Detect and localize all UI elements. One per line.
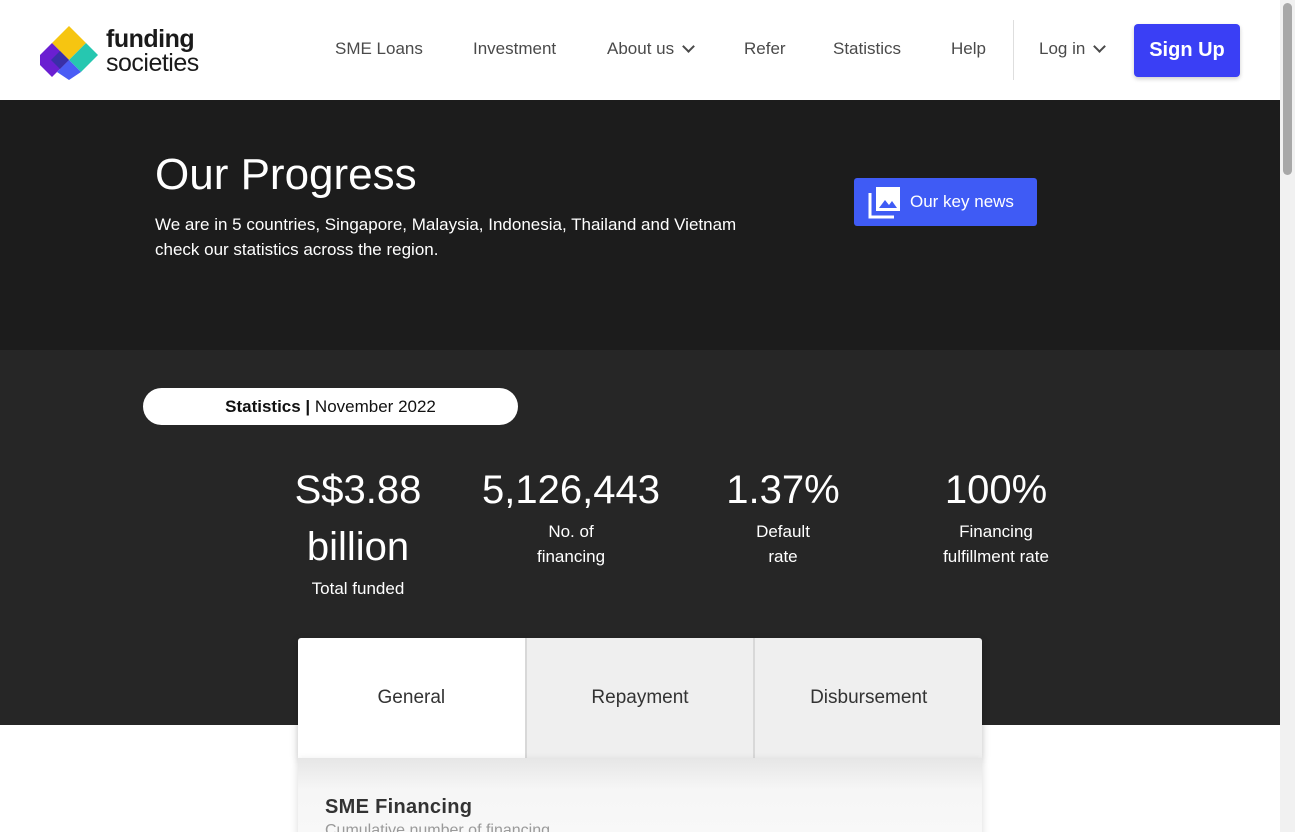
nav-help[interactable]: Help <box>951 39 986 59</box>
tab-disbursement[interactable]: Disbursement <box>753 638 982 758</box>
statistics-date-pill: Statistics | November 2022 <box>143 388 518 425</box>
stat-label: No. of <box>548 522 594 541</box>
stat-number-financing: 5,126,443 No. of financing <box>471 462 671 569</box>
hero-section: Our Progress We are in 5 countries, Sing… <box>0 100 1280 350</box>
signup-button[interactable]: Sign Up <box>1134 24 1240 77</box>
scrollbar-thumb[interactable] <box>1283 3 1292 175</box>
statistics-tabs: General Repayment Disbursement <box>298 638 982 758</box>
nav-investment[interactable]: Investment <box>473 39 556 59</box>
stat-value: 5,126,443 <box>482 468 660 512</box>
sme-financing-panel: SME Financing Cumulative number of finan… <box>298 758 982 832</box>
login-label: Log in <box>1039 39 1086 58</box>
image-gallery-icon <box>868 185 902 219</box>
logo-mark-icon <box>40 22 98 80</box>
hero-subtitle-line2: check our statistics across the region. <box>155 240 439 259</box>
stat-total-funded: S$3.88 billion Total funded <box>278 462 438 601</box>
stat-label-line2: financing <box>536 547 606 566</box>
logo-text-societies: societies <box>106 49 199 77</box>
hero-subtitle: We are in 5 countries, Singapore, Malays… <box>155 212 815 262</box>
stat-label: Default <box>756 522 810 541</box>
stat-value: 1.37% <box>726 468 840 512</box>
nav-refer[interactable]: Refer <box>744 39 786 59</box>
login-dropdown[interactable]: Log in <box>1039 39 1107 59</box>
nav-divider <box>1013 20 1014 80</box>
stat-value-unit: billion <box>306 525 410 569</box>
nav-statistics[interactable]: Statistics <box>833 39 901 59</box>
pill-label: Statistics | <box>225 396 311 416</box>
hero-subtitle-line1: We are in 5 countries, Singapore, Malays… <box>155 215 737 234</box>
pill-date: November 2022 <box>314 396 436 416</box>
stat-label-line2: rate <box>768 547 798 566</box>
panel-title: SME Financing <box>325 796 473 818</box>
stat-value: 100% <box>944 468 1048 512</box>
page-scrollbar[interactable] <box>1280 0 1295 832</box>
site-header: funding societies SME Loans Investment A… <box>0 0 1280 100</box>
stat-label: Total funded <box>311 579 405 598</box>
nav-about-us[interactable]: About us <box>607 39 695 59</box>
funding-societies-logo[interactable]: funding societies <box>40 22 220 80</box>
stat-value: S$3.88 <box>294 468 422 512</box>
logo-text-funding: funding <box>106 25 195 53</box>
chevron-down-icon <box>1093 40 1107 53</box>
key-news-label: Our key news <box>910 192 1014 211</box>
page-title: Our Progress <box>155 150 417 199</box>
nav-about-us-label: About us <box>607 39 675 58</box>
nav-sme-loans[interactable]: SME Loans <box>335 39 423 59</box>
chevron-down-icon <box>682 40 695 53</box>
key-news-button[interactable]: Our key news <box>854 178 1037 226</box>
stat-default-rate: 1.37% Default rate <box>703 462 863 569</box>
stat-label-line2: fulfillment rate <box>943 547 1049 566</box>
tab-general[interactable]: General <box>298 638 525 758</box>
stat-fulfillment-rate: 100% Financing fulfillment rate <box>911 462 1081 569</box>
tab-repayment[interactable]: Repayment <box>524 638 754 758</box>
panel-subtitle: Cumulative number of financing <box>325 822 551 832</box>
stat-label: Financing <box>959 522 1033 541</box>
